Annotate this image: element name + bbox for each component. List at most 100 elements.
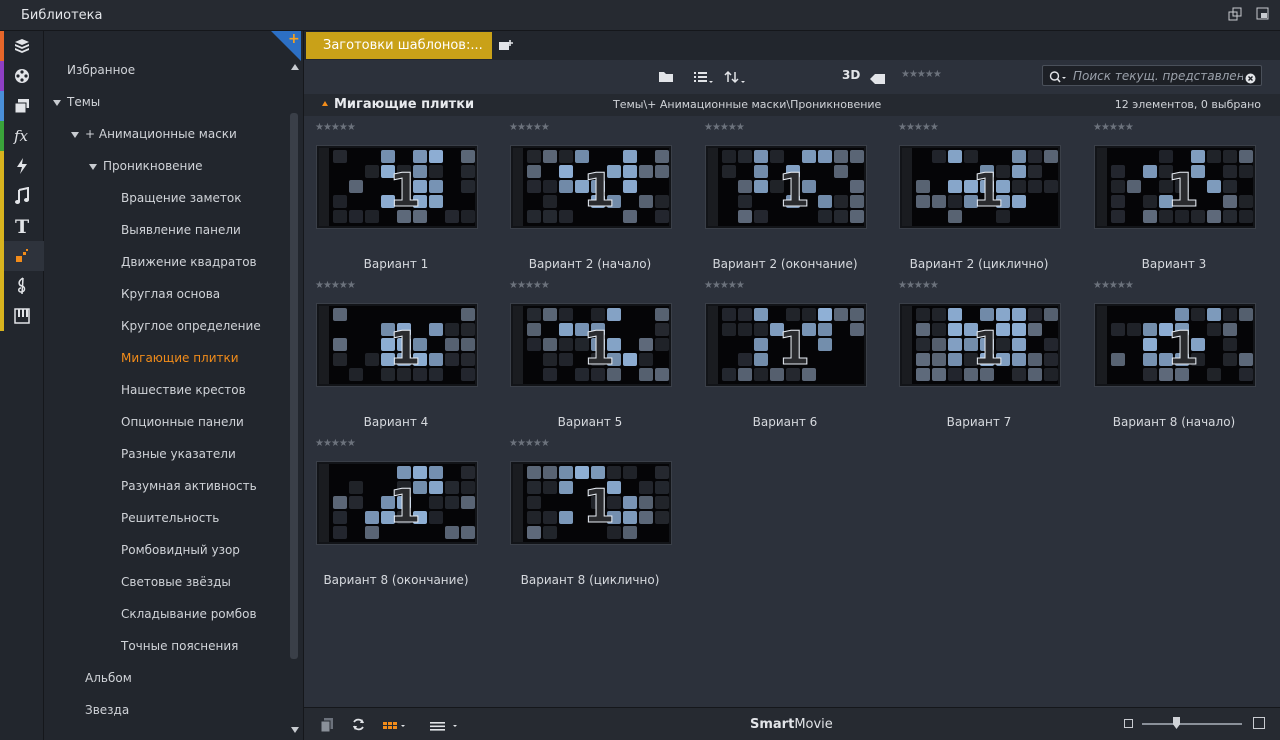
scroll-down-icon[interactable] xyxy=(291,727,299,733)
tab-templates[interactable]: Заготовки шаблонов:... xyxy=(306,32,492,59)
collapse-triangle-icon[interactable] xyxy=(322,101,328,106)
search-input[interactable] xyxy=(1073,68,1243,83)
grid-item[interactable]: ★★★★★ 1 Вариант 2 (начало) xyxy=(500,122,671,272)
tree-item[interactable]: Опционные панели xyxy=(121,415,244,435)
tree-item-favorites[interactable]: Избранное xyxy=(67,63,135,83)
film-reel-icon xyxy=(15,69,29,83)
grid-item[interactable]: ★★★★★ 1 Вариант 6 xyxy=(695,280,866,430)
rail-transitions[interactable] xyxy=(0,151,44,181)
add-tab-icon[interactable] xyxy=(498,38,514,57)
search-icon[interactable] xyxy=(1049,69,1069,88)
zoom-slider[interactable] xyxy=(1142,723,1242,725)
undock-icon[interactable] xyxy=(1228,7,1242,21)
thumbnail[interactable]: 1 xyxy=(511,462,671,544)
thumbnail[interactable]: 1 xyxy=(706,304,866,386)
rail-sound-effects[interactable] xyxy=(0,301,44,331)
tree-item[interactable]: Решительность xyxy=(121,511,219,531)
tree-item[interactable]: Круглое определение xyxy=(121,319,261,339)
copy-disabled-icon[interactable] xyxy=(320,717,334,737)
add-collection-icon[interactable]: + xyxy=(288,31,300,47)
rail-audio[interactable] xyxy=(0,181,44,211)
smartmovie-button[interactable]: SmartMovie xyxy=(750,717,833,732)
tree-item[interactable]: Разные указатели xyxy=(121,447,236,467)
rating-filter[interactable]: ★★★★★ xyxy=(901,69,942,80)
rail-video[interactable] xyxy=(0,61,44,91)
rail-projects[interactable] xyxy=(0,31,44,61)
tree-item[interactable]: Вращение заметок xyxy=(121,191,241,211)
search-box[interactable] xyxy=(1042,65,1262,86)
themes-squares-icon xyxy=(16,249,28,262)
scroll-up-icon[interactable] xyxy=(291,64,299,70)
tree-item[interactable]: Ромбовидный узор xyxy=(121,543,240,563)
grid-item[interactable]: ★★★★★ 1 Вариант 8 (окончание) xyxy=(306,438,477,588)
grid-item[interactable]: ★★★★★ 1 Вариант 1 xyxy=(306,122,477,272)
folder-icon[interactable] xyxy=(658,69,675,88)
grid-item[interactable]: ★★★★★ 1 Вариант 3 xyxy=(1084,122,1255,272)
grid-item[interactable]: ★★★★★ 1 Вариант 2 (окончание) xyxy=(695,122,866,272)
grid-item[interactable]: ★★★★★ 1 Вариант 2 (циклично) xyxy=(889,122,1060,272)
tree-item[interactable]: Круглая основа xyxy=(121,287,220,307)
thumbnail[interactable]: 1 xyxy=(317,146,477,228)
photos-icon xyxy=(14,99,29,114)
text-t-icon: T xyxy=(15,216,29,236)
tag-icon[interactable] xyxy=(870,70,886,89)
sort-icon[interactable] xyxy=(724,69,748,88)
thumbnail[interactable]: 1 xyxy=(511,146,671,228)
refresh-icon[interactable] xyxy=(351,717,366,736)
svg-text:1: 1 xyxy=(389,321,421,375)
tree-item[interactable]: Движение квадратов xyxy=(121,255,257,275)
details-view-icon[interactable] xyxy=(429,717,461,736)
rail-effects[interactable]: fx xyxy=(0,121,44,151)
thumbnail[interactable]: 1 xyxy=(317,462,477,544)
svg-text:1: 1 xyxy=(972,163,1004,217)
tree-item[interactable]: Разумная активность xyxy=(121,479,257,499)
thumbnail[interactable]: 1 xyxy=(900,304,1060,386)
zoom-slider-handle[interactable] xyxy=(1173,717,1180,729)
tree-item[interactable]: Нашествие крестов xyxy=(121,383,246,403)
grid-item[interactable]: ★★★★★ 1 Вариант 5 xyxy=(500,280,671,430)
zoom-in-icon[interactable] xyxy=(1253,717,1265,729)
thumbnail[interactable]: 1 xyxy=(900,146,1060,228)
expand-triangle-icon[interactable] xyxy=(89,164,97,170)
breadcrumb: Темы\+ Анимационные маски\Проникновение xyxy=(613,98,882,111)
tree-item[interactable]: Выявление панели xyxy=(121,223,241,243)
bottom-toolbar: SmartMovie xyxy=(304,707,1280,740)
grid-item[interactable]: ★★★★★ 1 Вариант 8 (начало) xyxy=(1084,280,1255,430)
tile-pattern-preview: 1 xyxy=(319,464,475,542)
rail-photos[interactable] xyxy=(0,91,44,121)
item-count: 12 элементов, 0 выбрано xyxy=(1114,98,1261,111)
tree-item[interactable]: Точные пояснения xyxy=(121,639,238,659)
tree-scrollbar[interactable] xyxy=(290,113,298,659)
rail-themes[interactable] xyxy=(0,241,44,271)
thumbnail[interactable]: 1 xyxy=(1095,304,1255,386)
rail-titles[interactable]: T xyxy=(0,211,44,241)
tree-item[interactable]: Световые звёзды xyxy=(121,575,231,595)
grid-item[interactable]: ★★★★★ 1 Вариант 4 xyxy=(306,280,477,430)
svg-text:1: 1 xyxy=(389,163,421,217)
rail-scorefitter[interactable] xyxy=(0,271,44,301)
thumbnail[interactable]: 1 xyxy=(511,304,671,386)
tree-item-selected[interactable]: Мигающие плитки xyxy=(121,351,239,371)
tile-pattern-preview: 1 xyxy=(1097,306,1253,384)
tree-item-star[interactable]: Звезда xyxy=(85,703,129,723)
grid-item[interactable]: ★★★★★ 1 Вариант 8 (циклично) xyxy=(500,438,671,588)
svg-text:1: 1 xyxy=(972,321,1004,375)
tree-item-album[interactable]: Альбом xyxy=(85,671,132,691)
thumbnail[interactable]: 1 xyxy=(706,146,866,228)
thumbnail[interactable]: 1 xyxy=(1095,146,1255,228)
window-restore-icon[interactable] xyxy=(1256,7,1270,21)
svg-text:1: 1 xyxy=(1167,321,1199,375)
grid-view-icon[interactable] xyxy=(382,717,408,736)
expand-triangle-icon[interactable] xyxy=(53,100,61,106)
fx-icon: fx xyxy=(13,127,29,145)
3d-filter-button[interactable]: 3D xyxy=(842,68,860,82)
thumbnail[interactable]: 1 xyxy=(317,304,477,386)
expand-triangle-icon[interactable] xyxy=(71,132,79,138)
clear-search-icon[interactable] xyxy=(1245,69,1256,88)
tree-item[interactable]: Складывание ромбов xyxy=(121,607,257,627)
zoom-out-icon[interactable] xyxy=(1124,719,1133,728)
grid-item[interactable]: ★★★★★ 1 Вариант 7 xyxy=(889,280,1060,430)
lightning-icon xyxy=(17,158,27,174)
svg-text:1: 1 xyxy=(583,321,615,375)
list-view-icon[interactable] xyxy=(693,69,715,88)
